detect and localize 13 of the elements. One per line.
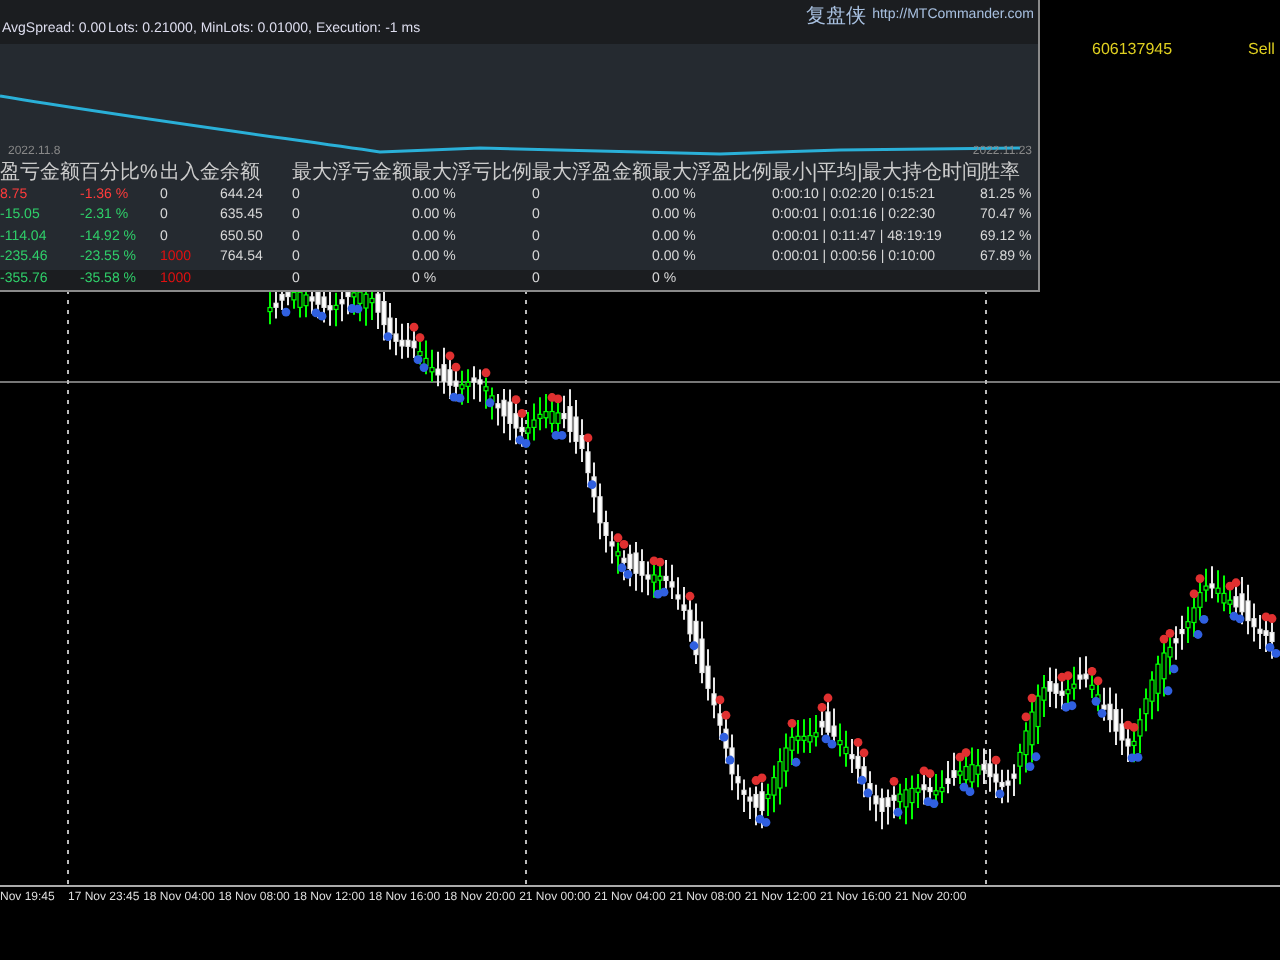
column-header: 百分比% — [80, 161, 160, 185]
column-header: 最大浮亏金额 — [292, 161, 412, 185]
order-ticket: 606137945 — [1092, 38, 1173, 62]
column-header: 胜率 — [980, 161, 1022, 185]
column-header: 最大浮盈金额 — [532, 161, 652, 185]
column-header: 最大浮盈比例 — [652, 161, 772, 185]
column-header: 出入金 — [160, 161, 220, 185]
column-header: 盈亏金额 — [0, 161, 80, 185]
column-header: 余额 — [220, 161, 262, 185]
order-type: Sell — [1248, 38, 1275, 62]
column-header: 最大浮亏比例 — [412, 161, 532, 185]
column-header: 最小|平均|最大持仓时间 — [772, 161, 980, 185]
brand-title: 复盘侠 — [806, 3, 867, 32]
